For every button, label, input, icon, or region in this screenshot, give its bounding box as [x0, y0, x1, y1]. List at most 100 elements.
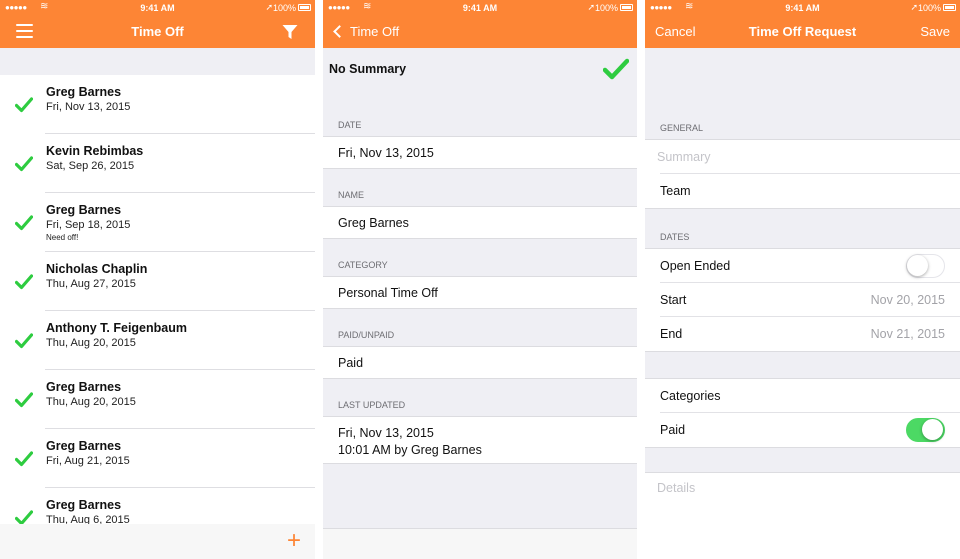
list-top-spacer [0, 48, 315, 75]
team-row[interactable]: Team [660, 174, 960, 208]
checkmark-icon [15, 97, 33, 113]
list-item[interactable]: Greg Barnes Fri, Aug 21, 2015 [15, 429, 315, 488]
details-placeholder: Details [657, 481, 696, 495]
paid-row: Paid [660, 413, 960, 447]
paid-unpaid-header: PAID/UNPAID [338, 330, 395, 340]
time-off-date: Fri, Aug 21, 2015 [46, 455, 130, 467]
time-off-date: Thu, Aug 20, 2015 [46, 337, 136, 349]
checkmark-icon [15, 156, 33, 172]
employee-name: Greg Barnes [46, 380, 122, 394]
bottom-toolbar [323, 528, 637, 559]
date-header: DATE [338, 120, 362, 130]
time-off-date: Thu, Aug 20, 2015 [46, 396, 136, 408]
start-label: Start [660, 293, 687, 307]
summary-field[interactable]: Summary [657, 140, 960, 174]
back-label: Time Off [350, 24, 400, 39]
nav-bar: Cancel Time Off Request Save [645, 16, 960, 48]
end-row[interactable]: End Nov 21, 2015 [660, 317, 960, 351]
checkmark-icon [15, 274, 33, 290]
details-field[interactable]: Details [645, 472, 960, 559]
open-ended-toggle[interactable] [906, 254, 945, 278]
employee-name: Anthony T. Feigenbaum [46, 321, 187, 335]
summary-placeholder: Summary [657, 150, 711, 164]
team-label: Team [660, 184, 691, 198]
nav-bar: Time Off [323, 16, 637, 48]
time-off-date: Fri, Sep 18, 2015 [46, 219, 131, 231]
open-ended-label: Open Ended [660, 259, 731, 273]
checkmark-icon [15, 392, 33, 408]
page-title: Time Off Request [748, 24, 857, 39]
name-value: Greg Barnes [323, 206, 637, 239]
categories-row[interactable]: Categories [660, 379, 960, 413]
employee-name: Greg Barnes [46, 498, 122, 512]
paid-label: Paid [660, 423, 686, 437]
chevron-left-icon [333, 25, 346, 38]
time-off-request-screen: ●●●●● ≋ 9:41 AM ➚ 100% Cancel Time Off R… [645, 0, 960, 559]
last-updated-date: Fri, Nov 13, 2015 [338, 426, 434, 440]
page-title: Time Off [131, 24, 184, 39]
checkmark-icon [15, 451, 33, 467]
categories-label: Categories [660, 389, 721, 403]
dates-header: DATES [660, 232, 690, 242]
list-item[interactable]: Greg Barnes Thu, Aug 20, 2015 [15, 370, 315, 429]
start-value: Nov 20, 2015 [870, 293, 945, 307]
employee-name: Greg Barnes [46, 203, 122, 217]
categories-group: Categories Paid [645, 378, 960, 448]
date-value: Fri, Nov 13, 2015 [323, 136, 637, 169]
summary-text: No Summary [329, 62, 407, 76]
employee-name: Nicholas Chaplin [46, 262, 148, 276]
battery-label: 100% [917, 3, 941, 13]
battery-icon [620, 4, 633, 11]
time-off-date: Fri, Nov 13, 2015 [46, 101, 131, 113]
status-bar: ●●●●● ≋ 9:41 AM ➚ 100% [323, 0, 637, 16]
open-ended-row: Open Ended [660, 249, 960, 283]
last-updated-by: 10:01 AM by Greg Barnes [338, 443, 482, 457]
list-item[interactable]: Greg Barnes Fri, Sep 18, 2015 Need off! [15, 193, 315, 252]
time-off-list-screen: ●●●●● ≋ 9:41 AM ➚ 100% Time Off Greg Bar… [0, 0, 315, 559]
list-item[interactable]: Greg Barnes Fri, Nov 13, 2015 [15, 75, 315, 134]
list-item[interactable]: Kevin Rebimbas Sat, Sep 26, 2015 [15, 134, 315, 193]
employee-name: Kevin Rebimbas [46, 144, 144, 158]
checkmark-icon [603, 58, 629, 80]
last-updated-value: Fri, Nov 13, 2015 10:01 AM by Greg Barne… [323, 416, 637, 464]
add-icon[interactable]: + [287, 527, 301, 555]
time-off-detail-screen: ●●●●● ≋ 9:41 AM ➚ 100% Time Off No Summa… [323, 0, 637, 559]
battery-label: 100% [594, 3, 618, 13]
employee-name: Greg Barnes [46, 439, 122, 453]
status-bar: ●●●●● ≋ 9:41 AM ➚ 100% [0, 0, 315, 16]
category-value: Personal Time Off [323, 276, 637, 309]
nav-bar: Time Off [0, 16, 315, 48]
location-icon: ➚ [587, 2, 595, 12]
list-item[interactable]: Anthony T. Feigenbaum Thu, Aug 20, 2015 [15, 311, 315, 370]
status-bar: ●●●●● ≋ 9:41 AM ➚ 100% [645, 0, 960, 16]
dates-group: Open Ended Start Nov 20, 2015 End Nov 21… [645, 248, 960, 352]
save-button[interactable]: Save [920, 24, 950, 39]
bottom-toolbar: + [0, 524, 315, 559]
time-off-date: Thu, Aug 27, 2015 [46, 278, 136, 290]
location-icon: ➚ [265, 2, 273, 12]
paid-toggle[interactable] [906, 418, 945, 442]
time-off-note: Need off! [46, 233, 79, 242]
summary-row: No Summary [323, 48, 637, 93]
filter-icon[interactable] [282, 24, 298, 40]
list-item[interactable]: Nicholas Chaplin Thu, Aug 27, 2015 [15, 252, 315, 311]
time-off-date: Sat, Sep 26, 2015 [46, 160, 135, 172]
name-header: NAME [338, 190, 365, 200]
general-group: Summary Team [645, 139, 960, 209]
end-value: Nov 21, 2015 [870, 327, 945, 341]
general-header: GENERAL [660, 123, 704, 133]
back-button[interactable]: Time Off [332, 24, 399, 39]
checkmark-icon [15, 333, 33, 349]
category-header: CATEGORY [338, 260, 388, 270]
battery-icon [943, 4, 956, 11]
paid-unpaid-value: Paid [323, 346, 637, 379]
checkmark-icon [15, 215, 33, 231]
time-off-list: Greg Barnes Fri, Nov 13, 2015 Kevin Rebimb… [0, 75, 315, 547]
location-icon: ➚ [910, 2, 918, 12]
battery-label: 100% [272, 3, 296, 13]
end-label: End [660, 327, 683, 341]
employee-name: Greg Barnes [46, 85, 122, 99]
battery-icon [298, 4, 311, 11]
start-row[interactable]: Start Nov 20, 2015 [660, 283, 960, 317]
last-updated-header: LAST UPDATED [338, 400, 406, 410]
